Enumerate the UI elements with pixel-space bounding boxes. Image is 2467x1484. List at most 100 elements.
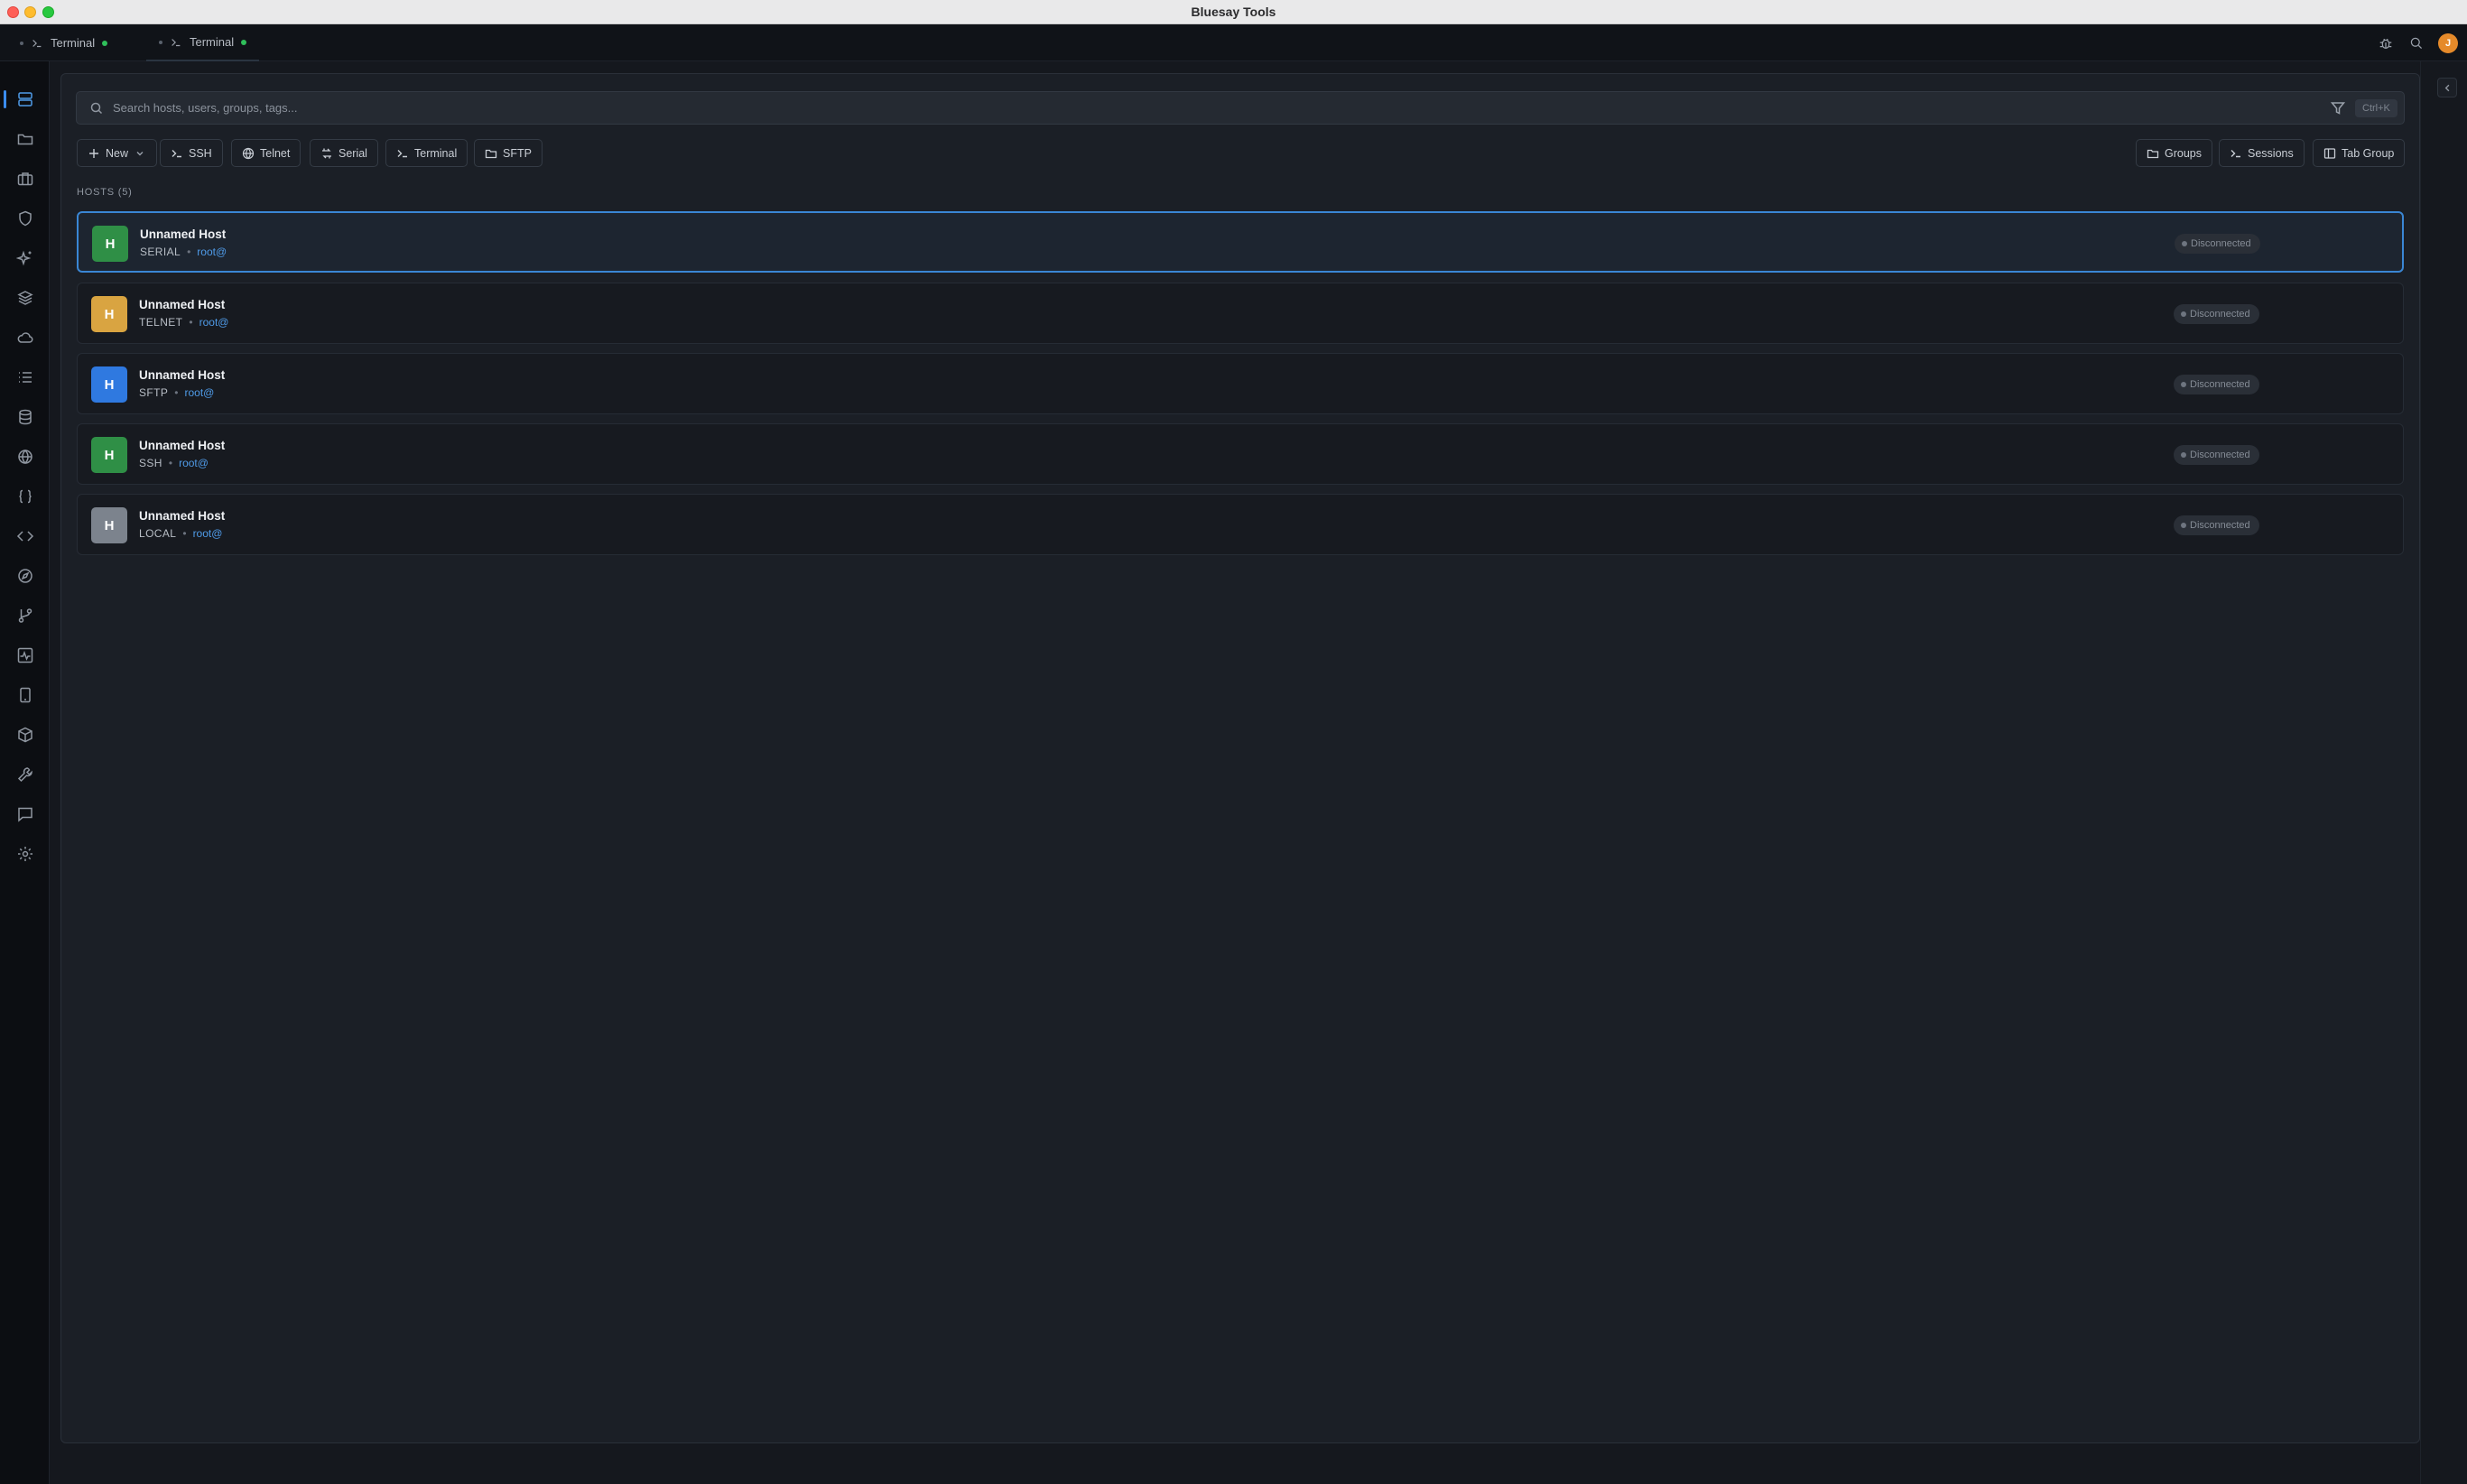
host-row[interactable]: H Unnamed Host TELNET • root@ Disconnect… [77, 283, 2404, 344]
host-user: root@ [179, 457, 209, 469]
host-meta: SSH • root@ [139, 457, 209, 469]
bug-icon[interactable] [2377, 34, 2395, 52]
wrench-icon[interactable] [13, 762, 38, 787]
groups-button[interactable]: Groups [2136, 139, 2212, 167]
host-meta: TELNET • root@ [139, 316, 228, 329]
host-user: root@ [184, 386, 215, 399]
activity-icon[interactable] [13, 643, 38, 668]
tab-bar: Terminal Terminal J [0, 24, 2467, 61]
chevron-left-icon [2444, 84, 2449, 91]
host-user: root@ [197, 246, 227, 258]
host-meta: SFTP • root@ [139, 386, 214, 399]
ssh-label: SSH [189, 146, 212, 160]
search-input[interactable] [113, 92, 2370, 124]
serial-button[interactable]: Serial [310, 139, 378, 167]
package-icon[interactable] [13, 722, 38, 747]
hosts-panel [60, 73, 2420, 1443]
serial-label: Serial [339, 146, 367, 160]
host-row[interactable]: H Unnamed Host SERIAL • root@ Disconnect… [77, 211, 2404, 273]
search-shortcut-hint: Ctrl+K [2355, 99, 2397, 117]
shield-icon[interactable] [13, 206, 38, 231]
host-name: Unnamed Host [139, 298, 226, 311]
status-badge: Disconnected [2174, 445, 2259, 465]
telnet-button[interactable]: Telnet [231, 139, 301, 167]
braces-icon[interactable] [13, 484, 38, 509]
title-bar: Bluesay Tools [0, 0, 2467, 24]
separator-dot: • [174, 386, 179, 399]
connected-indicator [241, 39, 247, 45]
serial-port-icon [322, 148, 331, 158]
search-icon[interactable] [2407, 34, 2425, 52]
collapse-panel-button[interactable] [2437, 78, 2457, 97]
host-protocol: SFTP [139, 386, 169, 399]
sessions-button[interactable]: Sessions [2219, 139, 2305, 167]
host-meta: SERIAL • root@ [140, 246, 227, 258]
layers-icon[interactable] [13, 285, 38, 311]
host-name: Unnamed Host [139, 368, 226, 382]
tab-group-button[interactable]: Tab Group [2313, 139, 2406, 167]
host-avatar: H [92, 226, 128, 262]
terminal-icon [172, 149, 181, 157]
chevron-down-icon [136, 151, 144, 155]
sessions-label: Sessions [2248, 146, 2294, 160]
tab-label: Terminal [51, 36, 96, 50]
terminal-icon [2231, 149, 2240, 157]
activity-bar [0, 61, 50, 1484]
host-name: Unnamed Host [139, 509, 226, 523]
groups-label: Groups [2165, 146, 2202, 160]
folder-open-icon [485, 149, 497, 158]
host-row[interactable]: H Unnamed Host SFTP • root@ Disconnected [77, 353, 2404, 414]
ssh-button[interactable]: SSH [160, 139, 223, 167]
sparkles-icon[interactable] [13, 246, 38, 271]
tab-terminal-1[interactable]: Terminal [7, 24, 120, 61]
user-avatar[interactable]: J [2438, 32, 2458, 53]
host-row[interactable]: H Unnamed Host SSH • root@ Disconnected [77, 423, 2404, 485]
hosts-section-label: HOSTS (5) [77, 187, 133, 198]
new-host-button[interactable]: New [77, 139, 158, 167]
folder-icon[interactable] [13, 126, 38, 152]
host-avatar: H [91, 507, 127, 543]
status-badge: Disconnected [2174, 375, 2259, 394]
terminal-label: Terminal [414, 146, 458, 160]
search-icon [90, 102, 103, 115]
host-search-bar[interactable]: Ctrl+K [76, 91, 2405, 125]
host-protocol: LOCAL [139, 527, 177, 540]
filter-icon[interactable] [2330, 100, 2346, 116]
database-icon[interactable] [13, 404, 38, 430]
host-meta: LOCAL • root@ [139, 527, 222, 540]
tab-terminal-2[interactable]: Terminal [146, 24, 260, 61]
host-protocol: SSH [139, 457, 162, 469]
host-name: Unnamed Host [140, 227, 227, 241]
list-icon[interactable] [13, 365, 38, 390]
globe-icon[interactable] [13, 444, 38, 469]
compass-icon[interactable] [13, 563, 38, 589]
sftp-button[interactable]: SFTP [474, 139, 543, 167]
chat-icon[interactable] [13, 802, 38, 827]
new-label: New [106, 146, 129, 160]
right-sidebar-strip [2420, 61, 2467, 1484]
git-branch-icon[interactable] [13, 603, 38, 628]
tab-group-label: Tab Group [2342, 146, 2395, 160]
tablet-icon[interactable] [13, 682, 38, 708]
terminal-icon [397, 149, 407, 157]
host-protocol: TELNET [139, 316, 183, 329]
plus-icon [89, 148, 98, 158]
separator-dot: • [187, 246, 191, 258]
host-user: root@ [199, 316, 229, 329]
status-badge: Disconnected [2175, 234, 2260, 254]
cloud-icon[interactable] [13, 325, 38, 350]
host-row[interactable]: H Unnamed Host LOCAL • root@ Disconnecte… [77, 494, 2404, 555]
sftp-label: SFTP [503, 146, 532, 160]
terminal-icon [32, 39, 42, 47]
host-protocol: SERIAL [140, 246, 181, 258]
terminal-button[interactable]: Terminal [385, 139, 468, 167]
briefcase-icon[interactable] [13, 166, 38, 191]
status-badge: Disconnected [2174, 515, 2259, 535]
drag-handle-icon [20, 41, 23, 45]
hosts-icon[interactable] [4, 87, 38, 112]
code-icon[interactable] [13, 524, 38, 549]
globe-icon [242, 147, 255, 159]
settings-icon[interactable] [13, 841, 38, 867]
terminal-icon [172, 38, 181, 46]
separator-dot: • [168, 457, 173, 469]
